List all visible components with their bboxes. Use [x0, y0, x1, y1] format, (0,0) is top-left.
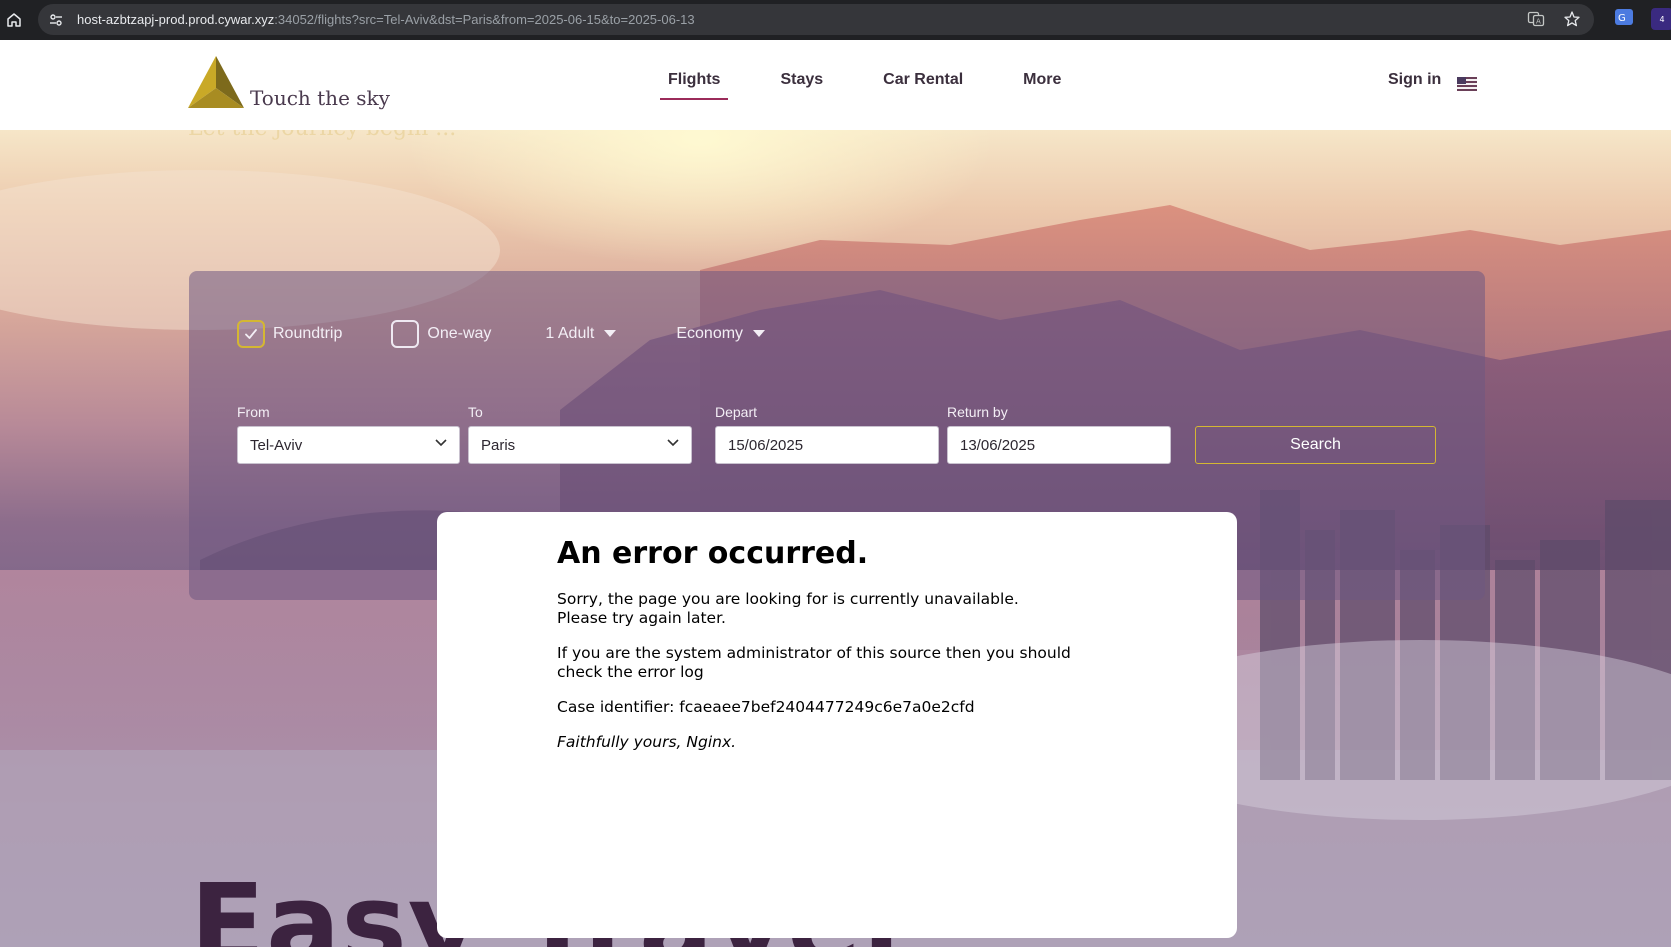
from-select[interactable]: Tel-Aviv [237, 426, 460, 464]
return-label: Return by [947, 404, 1008, 420]
one-way-checkbox[interactable] [391, 320, 420, 348]
error-line-1: Sorry, the page you are looking for is c… [557, 590, 1019, 608]
to-value: Paris [481, 436, 516, 454]
error-signature: Faithfully yours, Nginx. [557, 733, 737, 751]
nav-stays[interactable]: Stays [772, 71, 831, 100]
error-dialog: An error occurred. Sorry, the page you a… [437, 512, 1237, 938]
sign-in-link[interactable]: Sign in [1388, 71, 1441, 89]
url-host: host-azbtzapj-prod.prod.cywar.xyz [77, 12, 275, 27]
passengers-dropdown[interactable]: 1 Adult [545, 325, 617, 343]
logo-mark-icon [188, 56, 244, 108]
extension-badge: 4 [1651, 8, 1671, 30]
svg-text:G: G [1618, 13, 1626, 24]
depart-value: 15/06/2025 [728, 436, 804, 454]
return-date-input[interactable]: 13/06/2025 [947, 426, 1171, 464]
extension-translate-icon[interactable]: G [1613, 6, 1635, 28]
error-message: Sorry, the page you are looking for is c… [557, 590, 1117, 628]
search-button[interactable]: Search [1195, 426, 1436, 464]
url-text[interactable]: host-azbtzapj-prod.prod.cywar.xyz:34052/… [77, 12, 695, 27]
nav-car-rental[interactable]: Car Rental [875, 71, 971, 100]
site-info-icon[interactable] [46, 10, 66, 30]
admin-note: If you are the system administrator of t… [557, 644, 1071, 681]
brand-name: Touch the sky [250, 86, 390, 110]
site-header: Touch the sky Flights Stays Car Rental M… [0, 40, 1671, 130]
nav-flights[interactable]: Flights [660, 71, 729, 100]
error-line-2: Please try again later. [557, 609, 726, 627]
cabin-class-dropdown[interactable]: Economy [676, 325, 766, 343]
from-value: Tel-Aviv [250, 436, 303, 454]
chevron-down-icon [435, 439, 447, 447]
depart-date-input[interactable]: 15/06/2025 [715, 426, 939, 464]
from-label: From [237, 404, 270, 420]
translate-icon[interactable]: A [1526, 9, 1546, 29]
one-way-label[interactable]: One-way [427, 325, 491, 343]
hero-tagline: Let the journey begin ... [188, 130, 456, 141]
error-title: An error occurred. [557, 536, 869, 571]
passengers-value: 1 Adult [545, 325, 595, 342]
chevron-down-icon [667, 439, 679, 447]
return-value: 13/06/2025 [960, 436, 1036, 454]
svg-text:A: A [1536, 18, 1541, 26]
brand-logo[interactable]: Touch the sky [188, 54, 390, 110]
extension-shield-icon[interactable]: 4 [1649, 6, 1671, 30]
home-icon[interactable] [0, 6, 28, 34]
nav-more[interactable]: More [1015, 71, 1069, 100]
us-flag-icon[interactable] [1457, 77, 1477, 91]
to-select[interactable]: Paris [468, 426, 692, 464]
roundtrip-checkbox[interactable] [237, 320, 265, 348]
checkmark-icon [245, 329, 257, 339]
roundtrip-label[interactable]: Roundtrip [273, 325, 342, 343]
to-label: To [468, 404, 483, 420]
browser-toolbar: host-azbtzapj-prod.prod.cywar.xyz:34052/… [0, 0, 1671, 40]
depart-label: Depart [715, 404, 758, 420]
address-bar[interactable]: host-azbtzapj-prod.prod.cywar.xyz:34052/… [38, 4, 1594, 35]
case-identifier: Case identifier: fcaeaee7bef2404477249c6… [557, 698, 975, 716]
main-nav: Flights Stays Car Rental More [660, 71, 1113, 100]
caret-down-icon [753, 330, 766, 337]
bookmark-star-icon[interactable] [1562, 9, 1582, 29]
cabin-class-value: Economy [676, 325, 744, 342]
caret-down-icon [604, 330, 617, 337]
url-path: :34052/flights?src=Tel-Aviv&dst=Paris&fr… [274, 12, 695, 27]
